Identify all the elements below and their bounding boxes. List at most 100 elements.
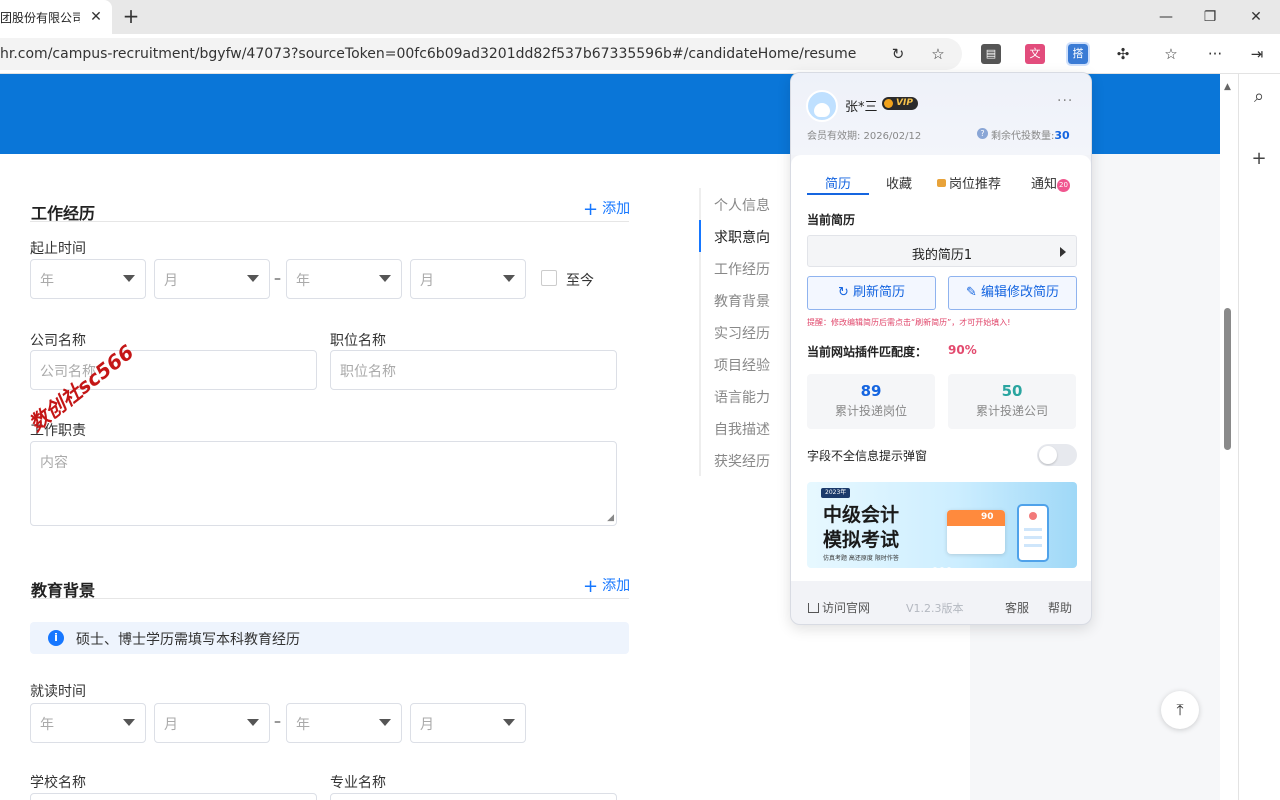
refresh-resume-button[interactable]: ↻ 刷新简历 [807, 276, 936, 310]
badge-icon[interactable]: ▤ [981, 44, 1001, 64]
score-card-num: 90 [981, 512, 994, 522]
work-end-year-select[interactable]: 年 [286, 259, 402, 299]
stat-companies: 50 累计投递公司 [948, 374, 1076, 429]
vip-label: VIP [896, 98, 913, 108]
plus-icon: + [583, 199, 599, 220]
question-icon[interactable]: ? [977, 128, 988, 139]
match-label: 当前网站插件匹配度： [807, 345, 928, 359]
more-menu-icon[interactable]: ··· [1204, 43, 1226, 65]
scroll-thumb[interactable] [1224, 308, 1231, 450]
add-icon[interactable]: + [1248, 148, 1270, 170]
caret-down-icon [503, 719, 515, 726]
input-placeholder: 职位名称 [340, 364, 396, 380]
carousel-dots[interactable] [933, 559, 963, 568]
resize-handle-icon[interactable]: ◢ [607, 513, 614, 523]
duty-textarea[interactable]: 内容 ◢ [30, 441, 617, 526]
puzzle-card-icon[interactable]: 文 [1025, 44, 1045, 64]
add-edu-button[interactable]: + 添加 [583, 575, 630, 597]
caret-down-icon [123, 275, 135, 282]
edu-start-month-select[interactable]: 月 [154, 703, 270, 743]
recruit-ext-icon[interactable]: 搭 [1066, 42, 1090, 66]
until-now-checkbox[interactable] [541, 270, 557, 286]
favorites-list-icon[interactable]: ☆ [1160, 43, 1182, 65]
page-scrollbar[interactable]: ▲ [1220, 74, 1236, 800]
banner-title-1: 中级会计 [823, 504, 900, 526]
anchor-item[interactable]: 个人信息 [714, 195, 770, 215]
banner-subtitle: 仿真考题 高还原度 限时作答 [823, 555, 899, 562]
tab-resume[interactable]: 简历 [825, 173, 851, 192]
work-start-month-select[interactable]: 月 [154, 259, 270, 299]
translate-icon[interactable]: ↻ [887, 43, 909, 65]
avatar-face-icon [814, 103, 830, 117]
address-bar[interactable]: hr.com/campus-recruitment/bgyfw/47073?so… [0, 38, 962, 70]
anchor-item[interactable]: 教育背景 [714, 291, 770, 311]
extensions-puzzle-icon[interactable]: ✣ [1112, 43, 1134, 65]
browser-tab[interactable]: 团股份有限公司 ✕ [0, 0, 112, 34]
school-input[interactable] [30, 793, 317, 800]
anchor-item[interactable]: 获奖经历 [714, 451, 770, 471]
edu-end-month-select[interactable]: 月 [410, 703, 526, 743]
tab-notify[interactable]: 通知 20 [1031, 173, 1071, 192]
divider [30, 221, 629, 222]
add-work-button[interactable]: + 添加 [583, 198, 630, 220]
anchor-item[interactable]: 项目经验 [714, 355, 770, 375]
tab-recommend-label: 岗位推荐 [949, 177, 1002, 192]
new-tab-button[interactable]: + [120, 5, 142, 27]
select-placeholder: 年 [296, 273, 310, 289]
major-input[interactable] [330, 793, 617, 800]
more-options-icon[interactable]: ··· [1057, 93, 1073, 109]
minimize-icon[interactable]: — [1154, 6, 1178, 28]
anchor-item[interactable]: 求职意向 [714, 227, 770, 247]
tab-favorites[interactable]: 收藏 [886, 173, 912, 192]
edu-end-year-select[interactable]: 年 [286, 703, 402, 743]
back-to-top-button[interactable]: ⤒ [1161, 691, 1199, 729]
sidebar-toggle-icon[interactable]: ⇥ [1246, 43, 1268, 65]
select-placeholder: 年 [40, 717, 54, 733]
caret-down-icon [379, 719, 391, 726]
service-link[interactable]: 客服 [1005, 599, 1029, 616]
anchor-item[interactable]: 自我描述 [714, 419, 770, 439]
anchor-item[interactable]: 工作经历 [714, 259, 770, 279]
edit-resume-button[interactable]: ✎ 编辑修改简历 [948, 276, 1077, 310]
crown-icon [884, 99, 893, 108]
stat-value: 50 [1001, 382, 1023, 400]
until-now-label: 至今 [566, 273, 594, 289]
select-placeholder: 月 [164, 717, 178, 733]
add-label: 添加 [602, 201, 631, 217]
score-card-illustration: 90 [947, 510, 1005, 554]
ad-banner[interactable]: 2023年 中级会计 模拟考试 仿真考题 高还原度 限时作答 90 [807, 482, 1077, 568]
scroll-up-arrow-icon[interactable]: ▲ [1224, 82, 1231, 92]
resume-select[interactable]: 我的简历1 [807, 235, 1077, 267]
browser-tabbar: 团股份有限公司 ✕ + — ❐ ✕ [0, 0, 1280, 34]
tab-notify-label: 通知 [1031, 177, 1058, 192]
tab-active-underline [807, 193, 869, 195]
work-start-year-select[interactable]: 年 [30, 259, 146, 299]
company-label: 公司名称 [30, 333, 86, 349]
caret-down-icon [379, 275, 391, 282]
refresh-icon: ↻ [837, 285, 853, 300]
position-input[interactable]: 职位名称 [330, 350, 617, 390]
info-icon: i [48, 630, 64, 646]
anchor-item[interactable]: 语言能力 [714, 387, 770, 407]
visit-label: 访问官网 [822, 601, 871, 615]
popup-header: 张*三 VIP ··· 会员有效期: 2026/02/12 ? 剩余代投数量:3… [791, 73, 1091, 155]
close-window-icon[interactable]: ✕ [1244, 6, 1268, 28]
favorite-star-icon[interactable]: ☆ [927, 43, 949, 65]
work-end-month-select[interactable]: 月 [410, 259, 526, 299]
visit-site-link[interactable]: 访问官网 [808, 599, 870, 616]
tab-close-icon[interactable]: ✕ [88, 8, 104, 26]
caret-right-icon [1060, 247, 1066, 257]
caret-down-icon [247, 275, 259, 282]
anchor-item[interactable]: 实习经历 [714, 323, 770, 343]
incomplete-info-toggle[interactable] [1037, 444, 1077, 466]
edu-start-year-select[interactable]: 年 [30, 703, 146, 743]
stat-value: 89 [860, 382, 882, 400]
tab-recommend[interactable]: 岗位推荐 [937, 173, 1001, 192]
search-icon[interactable]: ⌕ [1248, 86, 1270, 108]
match-value: 90% [948, 343, 977, 357]
help-link[interactable]: 帮助 [1048, 599, 1072, 616]
restore-icon[interactable]: ❐ [1198, 6, 1222, 28]
popup-body: 简历 收藏 岗位推荐 通知 20 当前简历 我的简历1 ↻ 刷新简历 ✎ 编辑修改… [791, 155, 1091, 581]
edu-notice: i 硕士、博士学历需填写本科教育经历 [30, 622, 629, 654]
textarea-placeholder: 内容 [40, 455, 68, 471]
